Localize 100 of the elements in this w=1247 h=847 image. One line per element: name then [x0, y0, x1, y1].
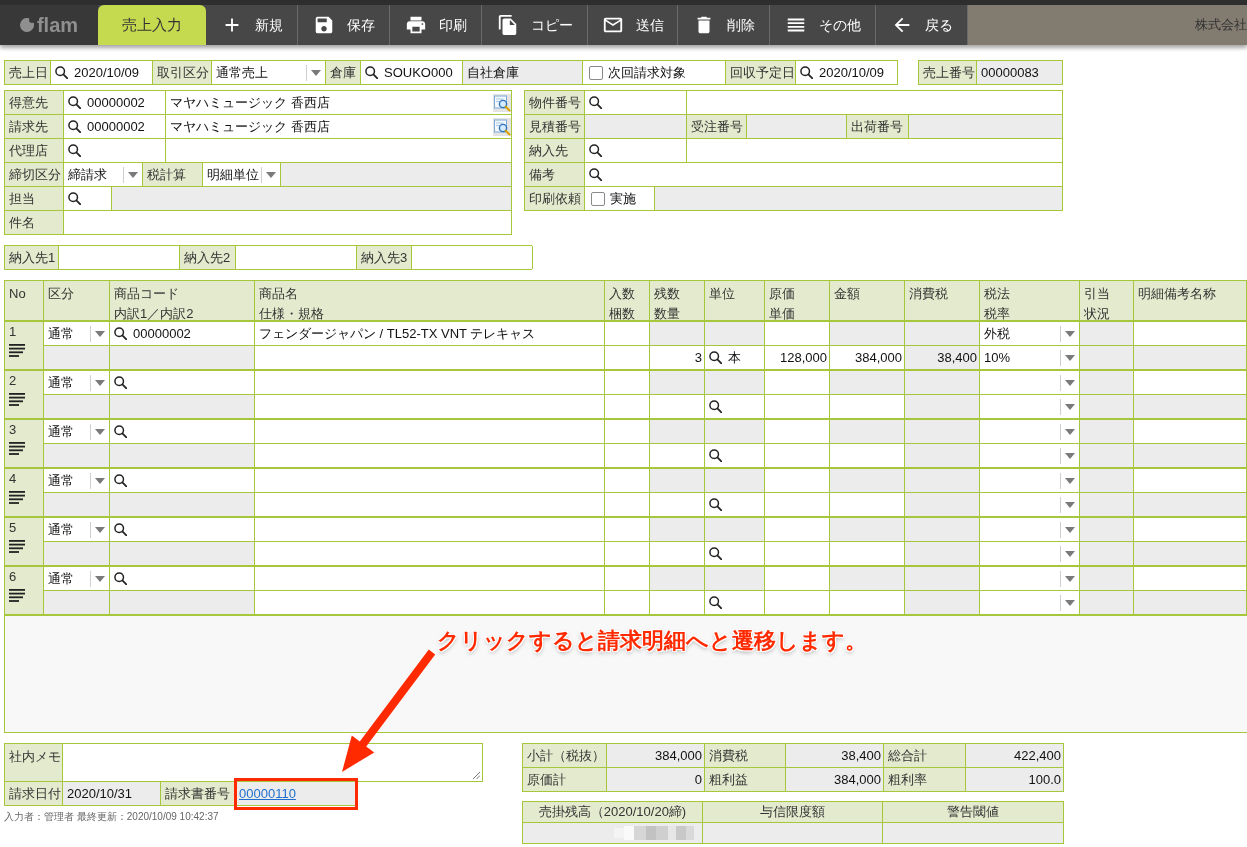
caret-icon[interactable]	[311, 69, 321, 76]
caret-icon[interactable]	[1065, 501, 1075, 508]
checkbox[interactable]	[591, 191, 605, 206]
input-field[interactable]	[605, 567, 650, 590]
search-icon[interactable]	[589, 168, 602, 181]
search-icon[interactable]	[589, 96, 602, 109]
caret-icon[interactable]	[1065, 599, 1075, 606]
input-field[interactable]	[605, 395, 650, 418]
search-field[interactable]: 本	[705, 346, 765, 369]
search-field[interactable]	[110, 371, 255, 394]
input-field[interactable]	[765, 395, 830, 418]
input-field[interactable]	[830, 493, 905, 516]
select-field[interactable]	[980, 469, 1080, 492]
document-search-icon[interactable]	[493, 93, 511, 112]
input-field[interactable]	[605, 346, 650, 369]
search-icon[interactable]	[709, 547, 722, 560]
input-field[interactable]	[830, 591, 905, 614]
caret-icon[interactable]	[1065, 526, 1075, 533]
caret-icon[interactable]	[95, 575, 105, 582]
search-field[interactable]	[705, 444, 765, 467]
search-icon[interactable]	[709, 400, 722, 413]
input-field[interactable]	[765, 493, 830, 516]
caret-icon[interactable]	[1065, 354, 1075, 361]
input-field[interactable]	[1134, 420, 1247, 443]
input-field[interactable]	[830, 395, 905, 418]
input-field[interactable]	[255, 395, 605, 418]
select-field[interactable]: 通常	[44, 469, 110, 492]
toolbar-button[interactable]: コピー	[482, 5, 588, 45]
search-icon[interactable]	[68, 144, 81, 157]
search-field[interactable]	[110, 469, 255, 492]
select-field[interactable]	[980, 493, 1080, 516]
input-field[interactable]: 384,000	[830, 346, 905, 369]
search-field[interactable]	[705, 542, 765, 565]
input-field[interactable]	[650, 444, 705, 467]
input-field[interactable]	[765, 420, 830, 443]
input-field[interactable]	[255, 567, 605, 590]
input-field[interactable]	[605, 591, 650, 614]
select-field[interactable]	[980, 395, 1080, 418]
caret-icon[interactable]	[1065, 330, 1075, 337]
input-field[interactable]	[255, 469, 605, 492]
select-field[interactable]: 外税	[980, 322, 1080, 345]
input-field[interactable]	[650, 591, 705, 614]
select-field[interactable]: 通常	[44, 322, 110, 345]
screen-tab[interactable]: 売上入力	[98, 5, 206, 45]
input-field[interactable]: 128,000	[765, 346, 830, 369]
caret-icon[interactable]	[1065, 550, 1075, 557]
input-field[interactable]	[605, 469, 650, 492]
toolbar-button[interactable]: 新規	[206, 5, 298, 45]
select-field[interactable]	[980, 371, 1080, 394]
search-field[interactable]	[110, 518, 255, 541]
lines-icon[interactable]	[9, 442, 25, 455]
search-icon[interactable]	[589, 144, 602, 157]
input-field[interactable]	[650, 395, 705, 418]
copy-icon[interactable]	[496, 14, 519, 36]
toolbar-button[interactable]: 印刷	[390, 5, 482, 45]
input-field[interactable]	[1134, 518, 1247, 541]
resize-grip-icon[interactable]	[472, 771, 480, 779]
search-icon[interactable]	[709, 498, 722, 511]
input-field[interactable]	[765, 371, 830, 394]
input-field[interactable]: フェンダージャパン / TL52-TX VNT テレキャス	[255, 322, 605, 345]
caret-icon[interactable]	[128, 171, 138, 178]
input-field[interactable]	[605, 371, 650, 394]
input-field[interactable]	[255, 591, 605, 614]
search-icon[interactable]	[55, 66, 68, 79]
input-field[interactable]	[255, 420, 605, 443]
search-icon[interactable]	[365, 66, 378, 79]
caret-icon[interactable]	[1065, 428, 1075, 435]
search-icon[interactable]	[68, 96, 81, 109]
lines-icon[interactable]	[9, 491, 25, 504]
search-icon[interactable]	[68, 192, 81, 205]
printer-icon[interactable]	[404, 14, 427, 36]
search-field[interactable]	[705, 591, 765, 614]
input-field[interactable]	[605, 444, 650, 467]
select-field[interactable]	[980, 591, 1080, 614]
caret-icon[interactable]	[95, 428, 105, 435]
search-icon[interactable]	[68, 120, 81, 133]
select-field[interactable]	[980, 542, 1080, 565]
input-field[interactable]	[255, 542, 605, 565]
caret-icon[interactable]	[1065, 575, 1075, 582]
toolbar-button[interactable]: 送信	[588, 5, 678, 45]
search-icon[interactable]	[709, 351, 722, 364]
search-field[interactable]: 00000002	[110, 322, 255, 345]
input-field[interactable]	[605, 518, 650, 541]
caret-icon[interactable]	[1065, 452, 1075, 459]
lines-icon[interactable]	[9, 344, 25, 357]
document-search-icon[interactable]	[493, 117, 511, 136]
search-icon[interactable]	[800, 66, 813, 79]
input-field[interactable]	[650, 542, 705, 565]
input-field[interactable]: 3	[650, 346, 705, 369]
input-field[interactable]	[255, 346, 605, 369]
lines-icon[interactable]	[9, 589, 25, 602]
input-field[interactable]	[765, 469, 830, 492]
input-field[interactable]	[605, 322, 650, 345]
caret-icon[interactable]	[95, 330, 105, 337]
select-field[interactable]	[980, 567, 1080, 590]
toolbar-button[interactable]: 削除	[678, 5, 770, 45]
input-field[interactable]	[830, 542, 905, 565]
lines-icon[interactable]	[9, 540, 25, 553]
input-field[interactable]	[830, 444, 905, 467]
select-field[interactable]: 通常	[44, 518, 110, 541]
